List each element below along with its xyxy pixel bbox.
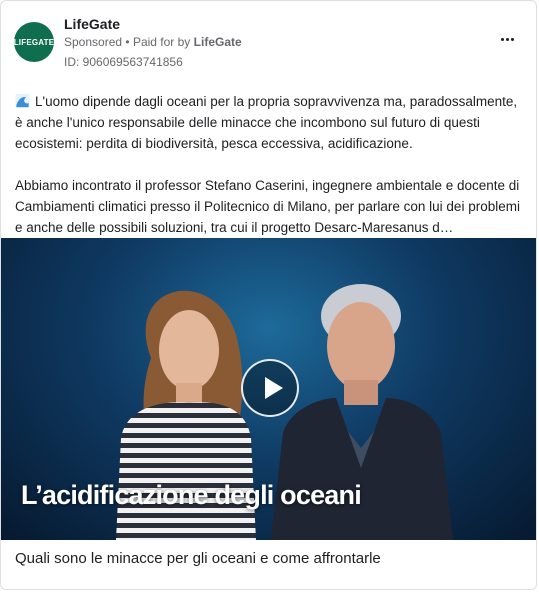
avatar-logo-text: LIFEGATE — [13, 37, 55, 47]
body-paragraph-2: Abbiamo incontrato il professor Stefano … — [15, 178, 520, 235]
page-avatar[interactable]: LIFEGATE — [14, 22, 54, 62]
ad-body-text: L'uomo dipende dagli oceani per la propr… — [15, 91, 527, 238]
wave-icon — [15, 94, 30, 108]
video-caption-link[interactable]: Quali sono le minacce per gli oceani e c… — [15, 550, 527, 567]
more-dot-icon — [510, 37, 514, 41]
paid-for-by-name: LifeGate — [193, 35, 242, 49]
man-jacket-shape — [271, 398, 453, 540]
video-title-overlay: L’acidificazione degli oceani — [21, 480, 362, 510]
sponsored-ad-card: LIFEGATE LifeGate Sponsored • Paid for b… — [0, 0, 537, 590]
video-thumbnail[interactable]: L’acidificazione degli oceani — [1, 238, 536, 540]
page-name-link[interactable]: LifeGate — [64, 16, 120, 32]
meta-separator: • — [125, 35, 130, 49]
ad-id: ID: 906069563741856 — [64, 55, 183, 69]
play-icon[interactable] — [241, 359, 299, 417]
more-options-button[interactable] — [492, 27, 522, 51]
sponsored-label: Sponsored — [64, 35, 123, 49]
man-neck-shape — [344, 380, 378, 405]
ad-header: LIFEGATE LifeGate Sponsored • Paid for b… — [1, 1, 536, 81]
man-face-shape — [327, 302, 395, 390]
paid-for-by-prefix: Paid for by — [132, 35, 191, 49]
sponsored-meta: Sponsored • Paid for by LifeGate — [64, 35, 242, 49]
body-paragraph-1: L'uomo dipende dagli oceani per la propr… — [15, 91, 527, 154]
more-dot-icon — [505, 37, 509, 41]
woman-face-shape — [159, 310, 219, 390]
body-paragraph-1-text: L'uomo dipende dagli oceani per la propr… — [15, 94, 518, 151]
woman-striped-shirt-shape — [116, 402, 256, 540]
more-dot-icon — [500, 37, 504, 41]
